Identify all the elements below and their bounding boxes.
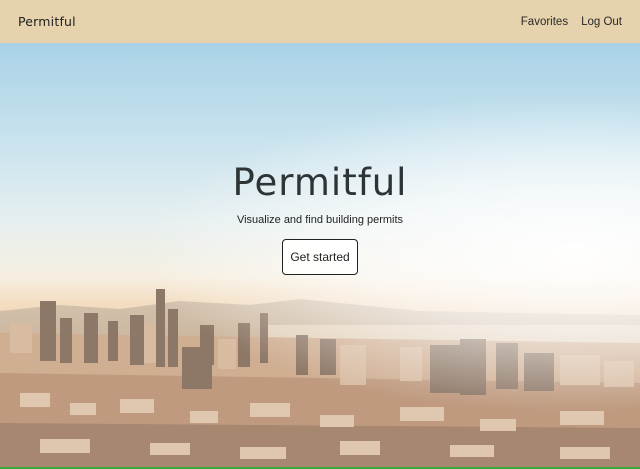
hero-content: Permitful Visualize and find building pe… [0,161,640,275]
nav-link-logout[interactable]: Log Out [581,16,622,28]
hero-title: Permitful [232,161,408,204]
top-navbar: Permitful Favorites Log Out [0,0,640,43]
get-started-button[interactable]: Get started [282,239,358,275]
hero-subtitle: Visualize and find building permits [236,214,404,226]
brand-logo-text[interactable]: Permitful [18,14,76,29]
hero-section: Permitful Visualize and find building pe… [0,43,640,467]
nav-link-favorites[interactable]: Favorites [521,16,568,28]
nav-links: Favorites Log Out [521,16,622,28]
